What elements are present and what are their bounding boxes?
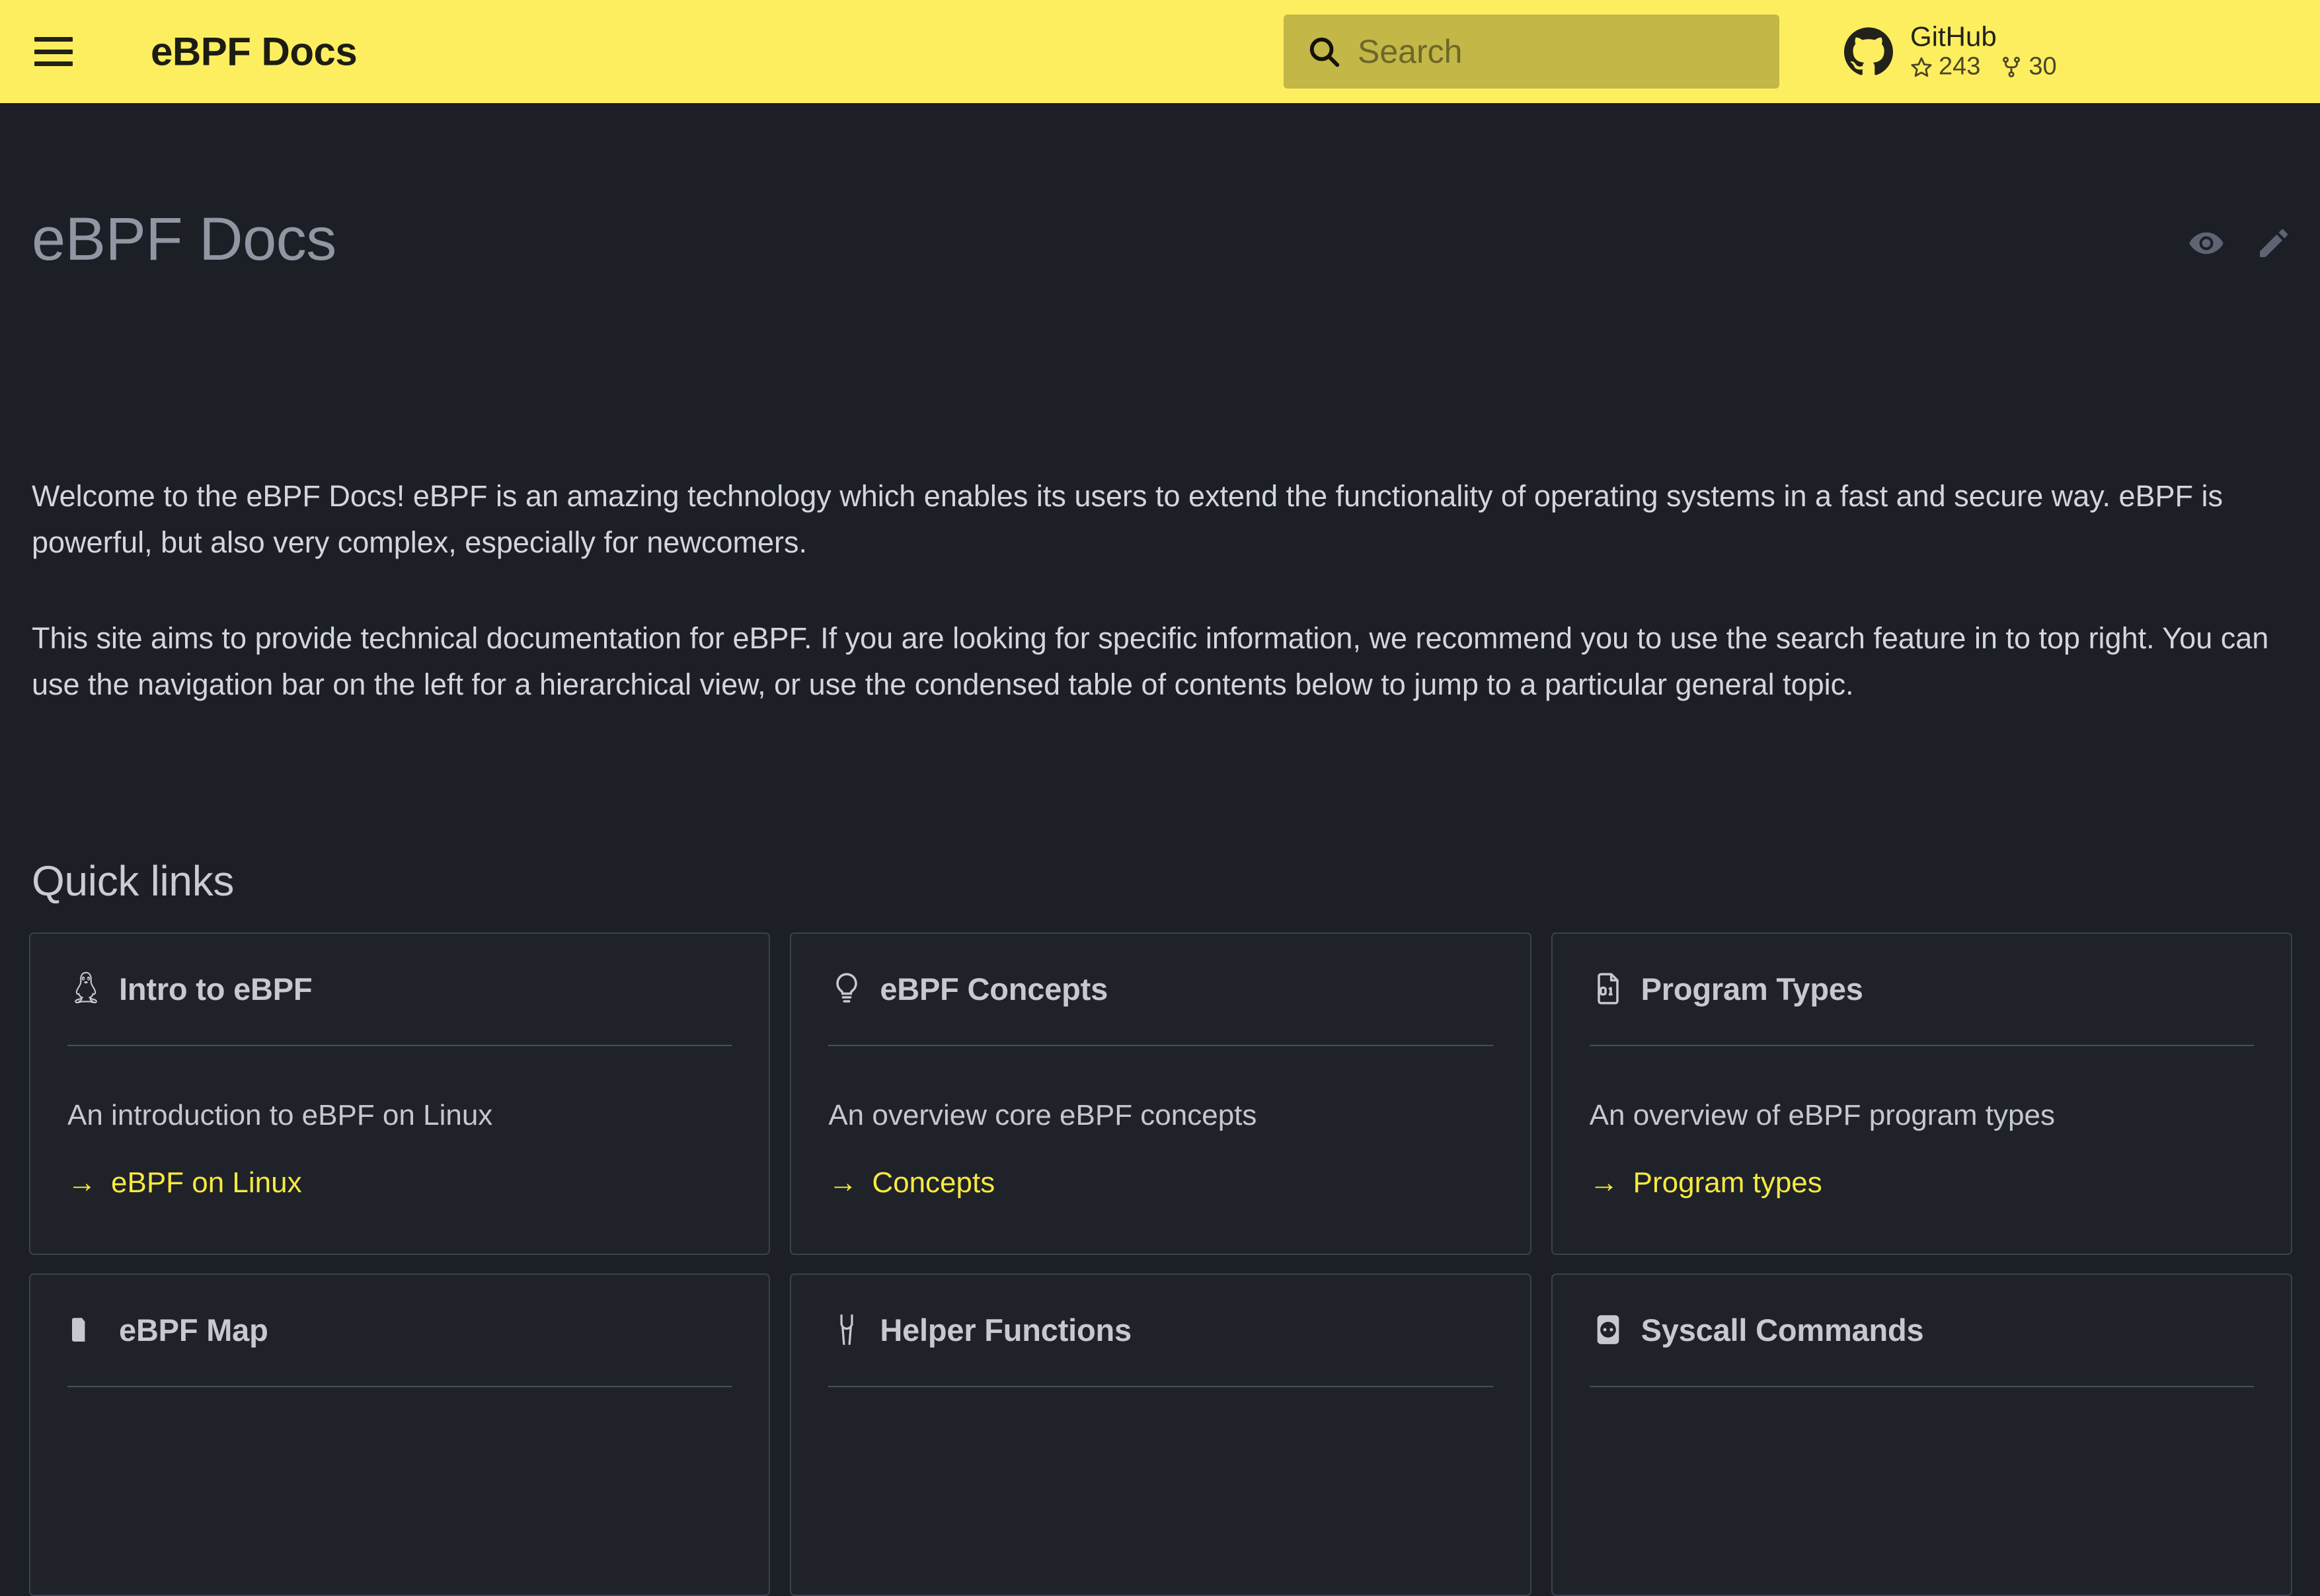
search-input[interactable]: [1358, 15, 1767, 89]
card-title: Helper Functions: [880, 1312, 1132, 1348]
page-action-icons: [2188, 209, 2292, 262]
card-header: eBPF Map: [67, 1301, 732, 1358]
lightbulb-icon: [828, 970, 865, 1007]
github-forks: 30: [2000, 52, 2057, 81]
view-source-icon[interactable]: [2188, 225, 2225, 262]
card-title: Program Types: [1641, 971, 1863, 1007]
wrench-icon: [828, 1311, 865, 1348]
github-forks-count: 30: [2029, 52, 2057, 81]
site-title[interactable]: eBPF Docs: [151, 29, 358, 75]
power-socket-icon: [1590, 1311, 1627, 1348]
arrow-right-icon: →: [828, 1166, 858, 1199]
hamburger-bar: [34, 49, 73, 54]
quick-link-card[interactable]: Intro to eBPF An introduction to eBPF on…: [29, 932, 771, 1255]
quick-link-card[interactable]: Program Types An overview of eBPF progra…: [1551, 932, 2292, 1255]
search-box[interactable]: [1284, 15, 1779, 89]
fork-icon: [2000, 56, 2023, 78]
card-header: Helper Functions: [828, 1301, 1492, 1358]
card-header: eBPF Concepts: [828, 960, 1492, 1017]
card-divider: [828, 1045, 1493, 1046]
card-title: eBPF Concepts: [880, 971, 1108, 1007]
card-description: An introduction to eBPF on Linux: [67, 1099, 493, 1131]
quick-link-card[interactable]: eBPF Concepts An overview core eBPF conc…: [790, 932, 1531, 1255]
main-content: eBPF Docs Welcome to the eBPF Docs! eBPF…: [0, 103, 2320, 1596]
card-link[interactable]: → Concepts: [828, 1166, 1492, 1199]
edit-page-icon[interactable]: [2255, 225, 2292, 262]
intro-paragraph-2: This site aims to provide technical docu…: [32, 621, 2269, 701]
card-divider: [67, 1045, 732, 1046]
card-link-label: Program types: [1633, 1166, 1822, 1199]
card-divider: [1589, 1386, 2254, 1387]
card-title: Syscall Commands: [1641, 1312, 1924, 1348]
card-link[interactable]: → Program types: [1590, 1166, 2254, 1199]
card-link[interactable]: → eBPF on Linux: [67, 1166, 732, 1199]
card-header: Intro to eBPF: [67, 960, 732, 1017]
search-icon: [1306, 34, 1342, 69]
quick-links-grid: Intro to eBPF An introduction to eBPF on…: [29, 932, 2292, 1596]
card-link-label: Concepts: [872, 1166, 995, 1199]
card-title: Intro to eBPF: [119, 971, 313, 1007]
card-header: Syscall Commands: [1590, 1301, 2254, 1358]
arrow-right-icon: →: [67, 1166, 97, 1199]
hamburger-bar: [34, 37, 73, 42]
page-header-row: eBPF Docs: [32, 209, 2292, 270]
arrow-right-icon: →: [1589, 1166, 1619, 1199]
card-divider: [828, 1386, 1493, 1387]
intro-paragraph-1: Welcome to the eBPF Docs! eBPF is an ama…: [32, 479, 2223, 559]
quick-links-heading: Quick links: [32, 857, 235, 905]
card-description: An overview core eBPF concepts: [828, 1099, 1257, 1131]
quick-link-card[interactable]: Syscall Commands: [1551, 1273, 2292, 1596]
github-stats: 243 30: [1910, 53, 2057, 81]
card-description: An overview of eBPF program types: [1589, 1099, 2055, 1131]
file-binary-icon: [1590, 970, 1627, 1007]
card-divider: [1589, 1045, 2254, 1046]
card-header: Program Types: [1590, 960, 2254, 1017]
card-divider: [67, 1386, 732, 1387]
card-title: eBPF Map: [119, 1312, 268, 1348]
quick-link-card[interactable]: Helper Functions: [790, 1273, 1531, 1596]
folder-icon: [67, 1311, 104, 1348]
github-info: GitHub 243 30: [1910, 22, 2057, 81]
github-label: GitHub: [1910, 20, 1997, 52]
hamburger-menu-icon[interactable]: [34, 37, 73, 66]
top-header: eBPF Docs GitHub 243: [0, 0, 2320, 103]
quick-link-card[interactable]: eBPF Map: [29, 1273, 771, 1596]
github-link[interactable]: GitHub 243 30: [1844, 22, 2057, 81]
hamburger-bar: [34, 61, 73, 66]
github-stars: 243: [1910, 53, 1980, 81]
page-title: eBPF Docs: [32, 206, 336, 273]
card-link-label: eBPF on Linux: [111, 1166, 302, 1199]
linux-penguin-icon: [67, 970, 104, 1007]
github-logo-icon: [1844, 27, 1893, 76]
star-icon: [1910, 56, 1933, 78]
github-stars-count: 243: [1939, 52, 1981, 81]
